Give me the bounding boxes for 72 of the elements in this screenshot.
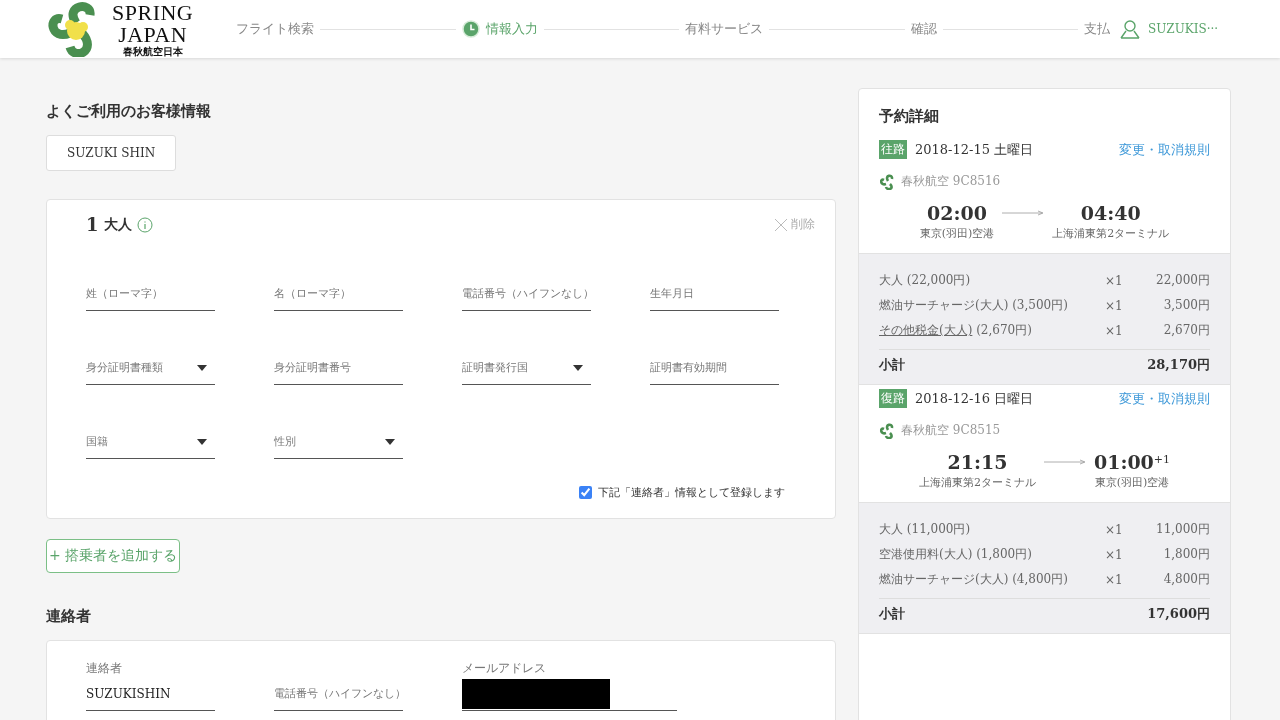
arrival-time: 01:00: [1093, 451, 1154, 473]
fee-amount: 2,670円: [1163, 322, 1210, 339]
user-icon[interactable]: [1120, 19, 1140, 39]
caret-icon: [197, 438, 207, 445]
fee-quantity: ×1: [1105, 273, 1124, 288]
fee-quantity: ×1: [1105, 323, 1124, 338]
add-passenger-button[interactable]: + 搭乗者を追加する: [46, 539, 181, 573]
flight-date: 2018-12-16 日曜日: [915, 389, 1034, 408]
departure-airport: 上海浦東第2ターミナル: [918, 475, 1036, 490]
passenger-number: 1: [86, 214, 99, 235]
panel-title: 予約詳細: [879, 107, 940, 126]
section-title: よくご利用のお客様情報: [46, 102, 212, 121]
day-offset: +1: [1153, 452, 1171, 466]
close-icon: [775, 218, 787, 231]
fee-quantity: ×1: [1105, 522, 1124, 537]
subtotal-amount: 28,170円: [1147, 356, 1210, 374]
arrow-icon: [1043, 459, 1086, 465]
step-label[interactable]: 有料サービス: [685, 20, 763, 38]
direction-tag: 復路: [879, 389, 907, 408]
departure-airport: 東京(羽田)空港: [919, 226, 995, 241]
fee-amount: 1,800円: [1163, 546, 1210, 563]
section-title: 連絡者: [46, 607, 92, 626]
step-label[interactable]: フライト検索: [236, 20, 314, 38]
fee-name: 大人 (11,000円): [879, 522, 971, 536]
subtotal-amount: 17,600円: [1147, 605, 1210, 623]
flight-number: 春秋航空 9C8516: [901, 173, 1001, 190]
fee-name: 大人 (22,000円): [879, 273, 971, 287]
fee-quantity: ×1: [1105, 572, 1124, 587]
flight-number: 春秋航空 9C8515: [901, 422, 1001, 439]
field-label: 連絡者: [86, 660, 123, 677]
fee-amount: 11,000円: [1156, 521, 1210, 538]
clock-icon: [461, 20, 480, 38]
logo-subtitle: 春秋航空日本: [122, 46, 183, 57]
step-label[interactable]: 確認: [910, 20, 937, 38]
logo-wordmark: SPRING: [112, 1, 194, 24]
checkbox-label: 下記「連絡者」情報として登録します: [598, 485, 785, 500]
passenger-type: 大人: [103, 215, 132, 234]
arrival-airport: 東京(羽田)空港: [1094, 475, 1170, 490]
arrival-airport: 上海浦東第2ターミナル: [1052, 226, 1170, 241]
fee-name: 燃油サーチャージ(大人) (4,800円): [879, 572, 1068, 586]
fee-link[interactable]: その他税金(大人): [879, 323, 973, 337]
step-label[interactable]: 情報入力: [485, 20, 538, 38]
departure-time: 02:00: [927, 202, 987, 224]
fee-amount: 3,500円: [1163, 297, 1210, 314]
flight-date: 2018-12-15 土曜日: [915, 140, 1034, 159]
caret-icon: [573, 364, 583, 371]
fee-amount: 4,800円: [1163, 571, 1210, 588]
delete-button[interactable]: 削除: [775, 216, 815, 233]
departure-time: 21:15: [947, 451, 1008, 473]
info-icon[interactable]: [136, 216, 153, 233]
fee-name: 燃油サーチャージ(大人) (3,500円): [879, 298, 1068, 312]
caret-icon: [385, 438, 395, 445]
rules-link[interactable]: 変更・取消規則: [1119, 140, 1210, 159]
step-label[interactable]: 支払: [1084, 20, 1110, 38]
arrival-time: 04:40: [1080, 202, 1141, 224]
traveler-chip[interactable]: SUZUKI SHIN: [46, 135, 177, 171]
fee-quantity: ×1: [1105, 298, 1124, 313]
arrow-icon: [1002, 210, 1045, 216]
fee-name: 空港使用料(大人) (1,800円): [879, 547, 1032, 561]
email-field[interactable]: [462, 677, 677, 711]
fee-amount-note: (2,670円): [975, 323, 1032, 337]
field-label: メールアドレス: [462, 660, 547, 677]
user-name[interactable]: SUZUKIS···: [1148, 22, 1219, 36]
fee-quantity: ×1: [1105, 547, 1124, 562]
subtotal-label: 小計: [879, 605, 905, 623]
subtotal-label: 小計: [879, 356, 905, 374]
fee-amount: 22,000円: [1156, 272, 1210, 289]
direction-tag: 往路: [879, 140, 907, 159]
rules-link[interactable]: 変更・取消規則: [1119, 389, 1210, 408]
caret-icon: [197, 364, 207, 371]
logo-wordmark: JAPAN: [118, 23, 188, 46]
checkbox[interactable]: [579, 486, 592, 499]
